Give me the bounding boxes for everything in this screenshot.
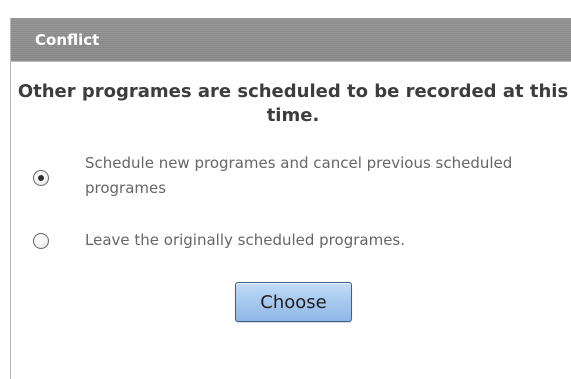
page: Conflict Other programes are scheduled t… — [0, 0, 571, 379]
conflict-message: Other programes are scheduled to be reco… — [17, 81, 569, 126]
option-schedule-new[interactable]: Schedule new programes and cancel previo… — [33, 151, 525, 201]
option-schedule-new-label[interactable]: Schedule new programes and cancel previo… — [85, 151, 525, 201]
option-leave-original-label[interactable]: Leave the originally scheduled programes… — [85, 228, 525, 253]
dialog-title: Conflict — [35, 30, 100, 49]
radio-schedule-new[interactable] — [33, 170, 49, 186]
radio-leave-original[interactable] — [33, 233, 49, 249]
choose-button[interactable]: Choose — [235, 282, 352, 322]
dialog-title-bar: Conflict — [11, 18, 571, 62]
option-leave-original[interactable]: Leave the originally scheduled programes… — [33, 228, 525, 253]
conflict-dialog: Conflict Other programes are scheduled t… — [10, 18, 571, 379]
